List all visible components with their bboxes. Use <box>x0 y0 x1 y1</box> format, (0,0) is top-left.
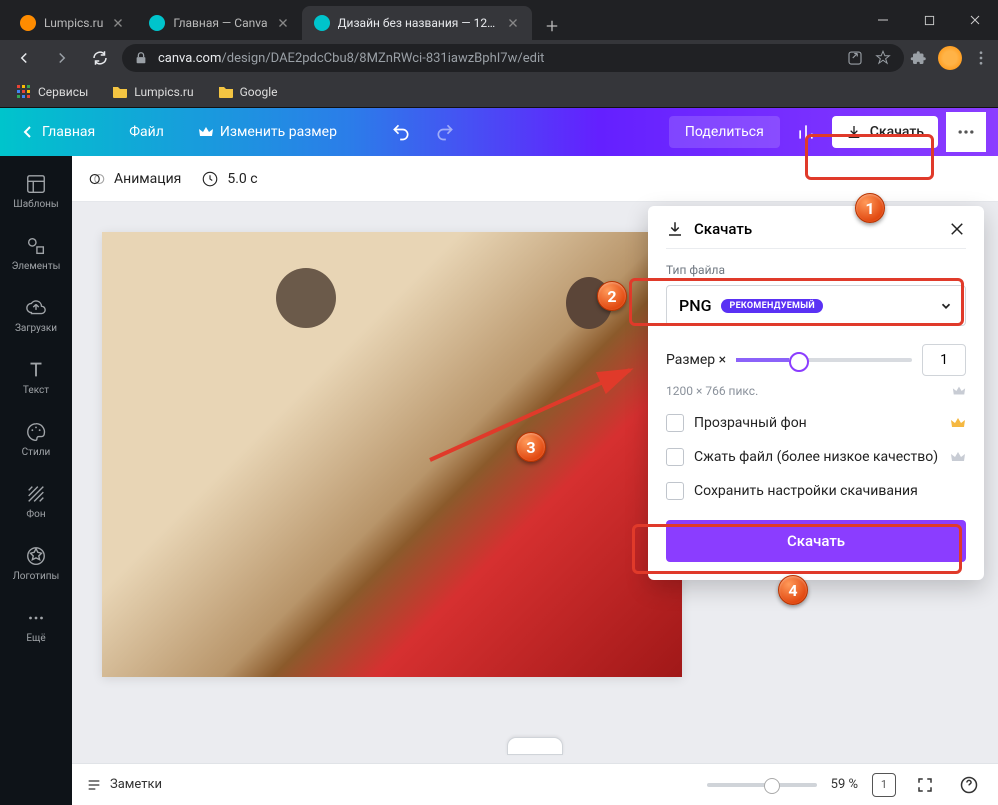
url-box[interactable]: canva.com/design/DAE2pdcCbu8/8MZnRWci-83… <box>122 44 904 72</box>
bookmarks-bar: Сервисы Lumpics.ru Google <box>0 76 998 108</box>
minimize-button[interactable] <box>860 0 906 40</box>
bookmark-lumpics[interactable]: Lumpics.ru <box>104 80 201 104</box>
download-panel: Скачать Тип файла PNG РЕКОМЕНДУЕМЫЙ Разм… <box>648 206 984 580</box>
chevron-down-icon <box>939 299 953 313</box>
callout-1: 1 <box>855 193 885 223</box>
tab-lumpics[interactable]: Lumpics.ru <box>8 6 137 40</box>
lock-icon <box>134 51 148 65</box>
new-tab-button[interactable] <box>538 12 566 40</box>
share-url-icon[interactable] <box>846 49 864 67</box>
resize-button[interactable]: Изменить размер <box>190 118 345 146</box>
close-icon[interactable] <box>276 16 290 30</box>
sidebar-templates[interactable]: Шаблоны <box>0 160 72 222</box>
sidebar-elements[interactable]: Элементы <box>0 222 72 284</box>
stats-button[interactable] <box>788 114 824 150</box>
panel-title: Скачать <box>694 220 752 238</box>
window-controls <box>860 0 998 40</box>
canva-toolbar: Главная Файл Изменить размер Поделиться … <box>0 108 998 156</box>
browser-tabs: Lumpics.ru Главная — Canva Дизайн без на… <box>8 0 860 40</box>
extensions-icon[interactable] <box>910 49 928 67</box>
page-handle[interactable] <box>507 737 563 755</box>
close-panel-button[interactable] <box>948 220 966 238</box>
file-type-label: Тип файла <box>666 263 966 277</box>
crown-icon <box>198 124 214 140</box>
close-window-button[interactable] <box>952 0 998 40</box>
menu-icon[interactable] <box>972 49 990 67</box>
notes-icon <box>86 777 102 793</box>
crown-icon <box>950 449 966 465</box>
zoom-slider[interactable] <box>707 783 817 787</box>
callout-2: 2 <box>597 281 627 311</box>
animation-button[interactable]: Анимация <box>88 170 181 188</box>
bookmark-google[interactable]: Google <box>210 80 286 104</box>
download-button[interactable]: Скачать <box>832 116 938 148</box>
apps-icon <box>16 84 32 100</box>
maximize-button[interactable] <box>906 0 952 40</box>
undo-button[interactable] <box>383 114 419 150</box>
file-button[interactable]: Файл <box>121 118 172 146</box>
close-icon[interactable] <box>506 16 520 30</box>
file-type-select[interactable]: PNG РЕКОМЕНДУЕМЫЙ <box>666 285 966 326</box>
crown-icon <box>950 415 966 431</box>
transparent-bg-option[interactable]: Прозрачный фон <box>666 414 966 432</box>
download-icon <box>846 124 862 140</box>
size-label: Размер × <box>666 352 726 368</box>
fullscreen-button[interactable] <box>910 770 940 800</box>
duration-button[interactable]: 5.0 с <box>201 170 257 188</box>
design-image <box>102 232 682 677</box>
left-sidebar: Шаблоны Элементы Загрузки Текст Стили Фо… <box>0 156 72 805</box>
crown-icon <box>952 384 966 398</box>
size-slider[interactable] <box>736 358 912 362</box>
sidebar-text[interactable]: Текст <box>0 346 72 408</box>
profile-avatar[interactable] <box>938 46 962 70</box>
dimensions-text: 1200 × 766 пикс. <box>666 384 758 398</box>
bookmark-apps[interactable]: Сервисы <box>8 80 96 104</box>
notes-button[interactable]: Заметки <box>86 777 162 793</box>
redo-button[interactable] <box>427 114 463 150</box>
design-frame[interactable] <box>102 232 682 677</box>
help-button[interactable] <box>954 770 984 800</box>
download-icon <box>666 220 684 238</box>
more-button[interactable] <box>946 112 986 152</box>
folder-icon <box>112 84 128 100</box>
clock-icon <box>201 170 219 188</box>
animation-icon <box>88 170 106 188</box>
save-settings-option[interactable]: Сохранить настройки скачивания <box>666 482 966 500</box>
recommended-badge: РЕКОМЕНДУЕМЫЙ <box>721 299 822 313</box>
page-indicator[interactable]: 1 <box>872 773 896 797</box>
address-bar: canva.com/design/DAE2pdcCbu8/8MZnRWci-83… <box>0 40 998 76</box>
url-text: canva.com/design/DAE2pdcCbu8/8MZnRWci-83… <box>158 51 836 66</box>
home-button[interactable]: Главная <box>12 118 103 146</box>
forward-button[interactable] <box>46 42 78 74</box>
callout-3: 3 <box>516 432 546 462</box>
checkbox[interactable] <box>666 482 684 500</box>
checkbox[interactable] <box>666 414 684 432</box>
browser-titlebar: Lumpics.ru Главная — Canva Дизайн без на… <box>0 0 998 40</box>
download-confirm-button[interactable]: Скачать <box>666 520 966 562</box>
reload-button[interactable] <box>84 42 116 74</box>
size-input[interactable] <box>922 344 966 376</box>
folder-icon <box>218 84 234 100</box>
checkbox[interactable] <box>666 448 684 466</box>
sidebar-more[interactable]: Ещё <box>0 594 72 656</box>
sidebar-background[interactable]: Фон <box>0 470 72 532</box>
tab-canva-home[interactable]: Главная — Canva <box>137 6 301 40</box>
sidebar-styles[interactable]: Стили <box>0 408 72 470</box>
callout-4: 4 <box>778 575 808 605</box>
tab-design-active[interactable]: Дизайн без названия — 1200 <box>302 6 532 40</box>
sidebar-logos[interactable]: Логотипы <box>0 532 72 594</box>
compress-option[interactable]: Сжать файл (более низкое качество) <box>666 448 966 466</box>
bottom-bar: Заметки 59 % 1 <box>72 763 998 805</box>
canvas-subbar: Анимация 5.0 с <box>72 156 998 202</box>
chevron-left-icon <box>20 124 36 140</box>
share-button[interactable]: Поделиться <box>669 116 780 148</box>
close-icon[interactable] <box>111 16 125 30</box>
sidebar-uploads[interactable]: Загрузки <box>0 284 72 346</box>
zoom-value: 59 % <box>831 777 858 792</box>
back-button[interactable] <box>8 42 40 74</box>
star-icon[interactable] <box>874 49 892 67</box>
